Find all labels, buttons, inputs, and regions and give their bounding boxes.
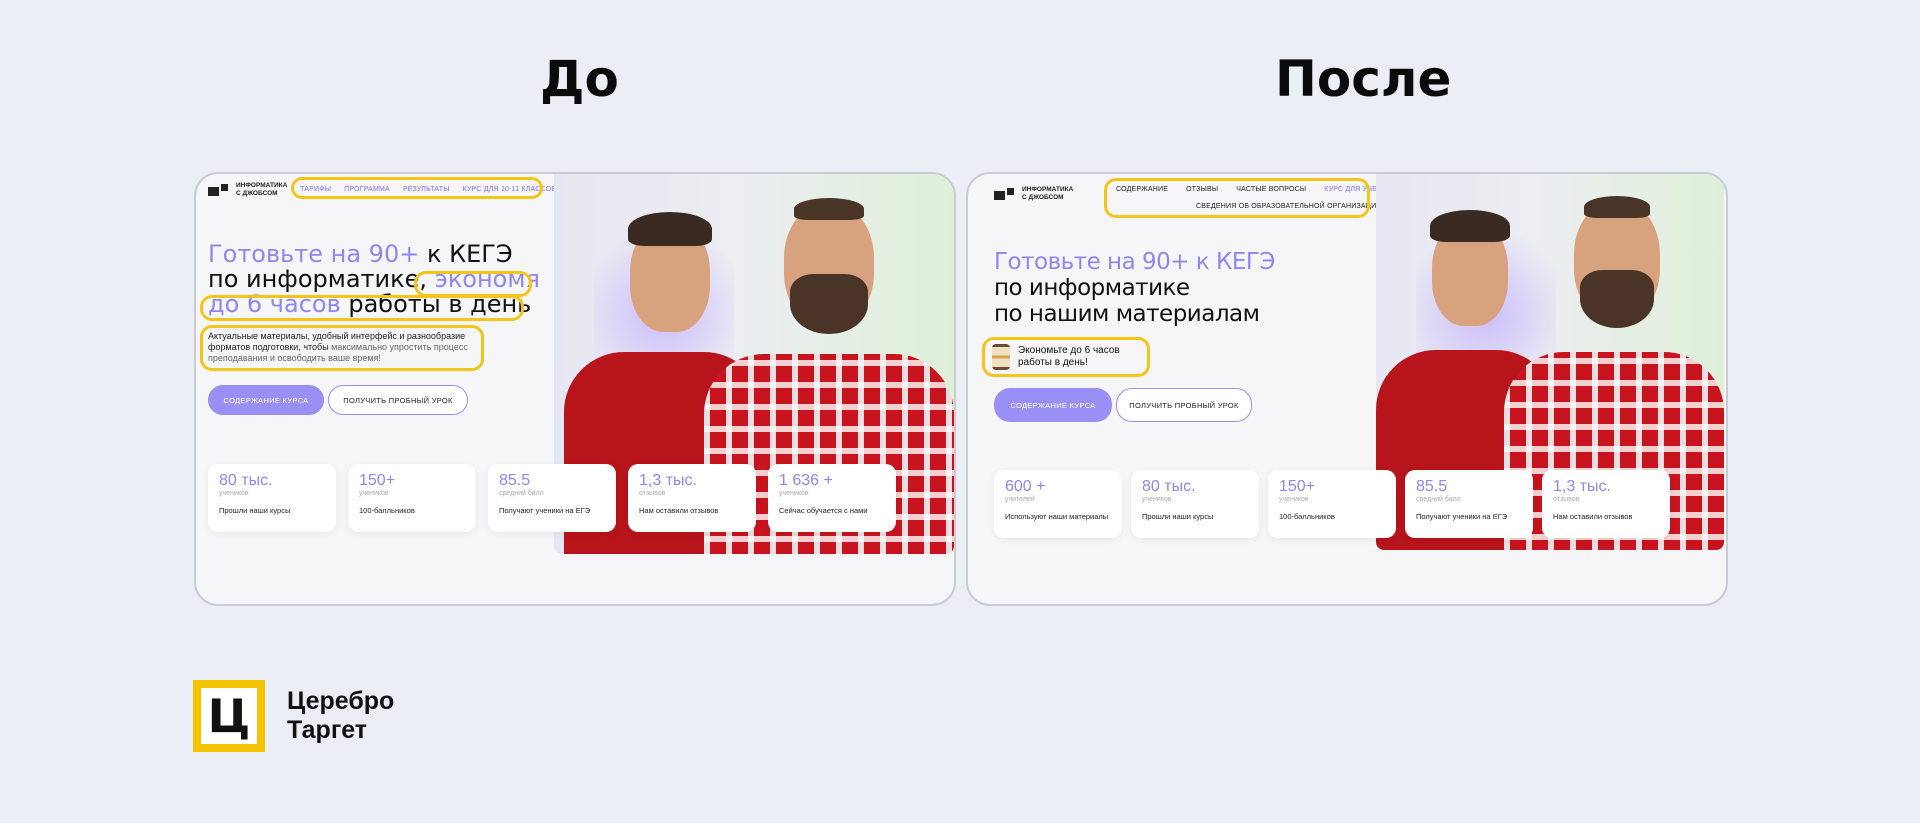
stat-card: 1,3 тыс. отзывов Нам оставили отзывов (1542, 470, 1670, 538)
stat-card: 85.5 средний балл Получают ученики на ЕГЭ (488, 464, 616, 532)
hero-title: Готовьте на 90+ к КЕГЭ по информатике по… (994, 249, 1275, 327)
highlight-subtitle (200, 325, 484, 371)
course-content-button[interactable]: СОДЕРЖАНИЕ КУРСА (994, 388, 1112, 422)
logo-text: ИНФОРМАТИКА С ДЖОБСОМ (236, 182, 288, 197)
trial-lesson-button[interactable]: ПОЛУЧИТЬ ПРОБНЫЙ УРОК (1116, 388, 1252, 422)
after-heading: После (1275, 50, 1452, 108)
highlight-hours (200, 295, 524, 321)
highlight-nav (1104, 178, 1370, 218)
highlight-economy (414, 271, 532, 297)
brand-name: Церебро Таргет (287, 687, 395, 744)
stat-card: 85.5 средний балл Получают ученики на ЕГЭ (1405, 470, 1533, 538)
stat-card: 600 + учителей Используют наши материалы (994, 470, 1122, 538)
site-logo[interactable]: ИНФОРМАТИКА С ДЖОБСОМ (208, 182, 292, 198)
stat-card: 1,3 тыс. отзывов Нам оставили отзывов (628, 464, 756, 532)
stat-card: 80 тыс. учеников Прошли наши курсы (1131, 470, 1259, 538)
cerebro-logo-icon: Ц (193, 680, 265, 752)
after-screenshot: ИНФОРМАТИКА С ДЖОБСОМ СОДЕРЖАНИЕ ОТЗЫВЫ … (966, 172, 1728, 606)
brand-logo: Ц Церебро Таргет (193, 680, 394, 752)
before-screenshot: ИНФОРМАТИКА С ДЖОБСОМ ТАРИФЫ ПРОГРАММА Р… (194, 172, 956, 606)
stat-card: 1 636 + учеников Сейчас обучается с нами (768, 464, 896, 532)
highlight-nav (291, 177, 543, 199)
stat-card: 150+ учеников 100-балльников (1268, 470, 1396, 538)
logo-icon (208, 184, 228, 196)
course-content-button[interactable]: СОДЕРЖАНИЕ КУРСА (208, 385, 324, 415)
logo-text: ИНФОРМАТИКА С ДЖОБСОМ (1022, 186, 1074, 201)
before-heading: До (540, 50, 619, 108)
logo-icon (994, 188, 1014, 200)
stat-card: 80 тыс. учеников Прошли наши курсы (208, 464, 336, 532)
trial-lesson-button[interactable]: ПОЛУЧИТЬ ПРОБНЫЙ УРОК (328, 385, 468, 415)
site-logo[interactable]: ИНФОРМАТИКА С ДЖОБСОМ (994, 186, 1078, 202)
stat-card: 150+ учеников 100-балльников (348, 464, 476, 532)
highlight-badge (982, 337, 1150, 377)
